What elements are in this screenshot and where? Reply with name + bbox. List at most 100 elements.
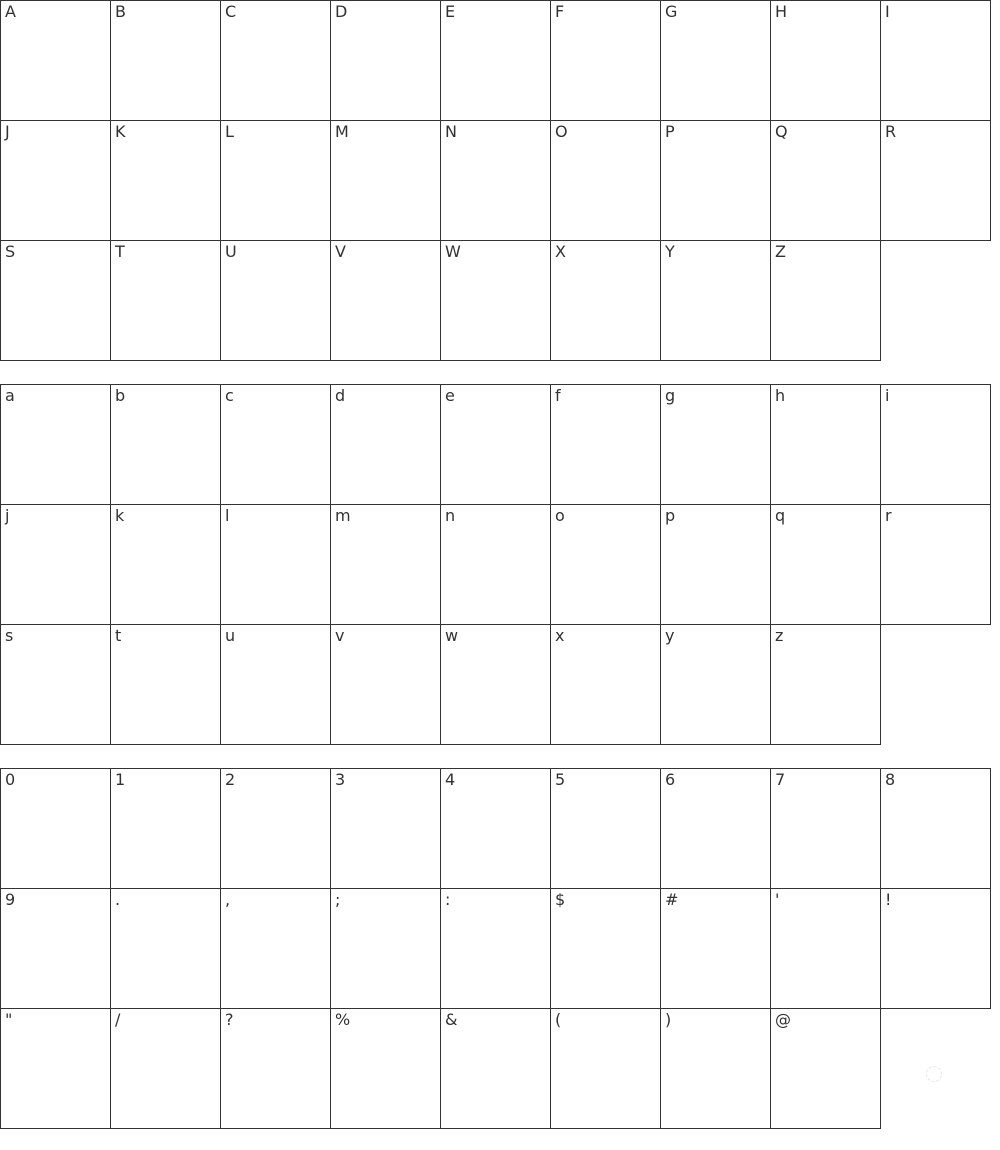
glyph-cell: &	[440, 1008, 551, 1129]
glyph-cell: C	[220, 0, 331, 121]
glyph-cell: L	[220, 120, 331, 241]
glyph-cell: W	[440, 240, 551, 361]
glyph-cell: 3	[330, 768, 441, 889]
glyph-cell: )	[660, 1008, 771, 1129]
glyph-cell: r	[880, 504, 991, 625]
glyph-label: B	[115, 2, 126, 21]
glyph-label: Y	[665, 242, 675, 261]
glyph-label: %	[335, 1010, 351, 1029]
glyph-label: J	[5, 122, 10, 141]
glyph-label: h	[775, 386, 786, 405]
glyph-label: #	[665, 890, 679, 909]
glyph-label: @	[775, 1010, 791, 1029]
glyph-label: K	[115, 122, 126, 141]
glyph-label: O	[555, 122, 568, 141]
glyph-label: $	[555, 890, 566, 909]
glyph-label: n	[445, 506, 456, 525]
glyph-cell: 2	[220, 768, 331, 889]
glyph-label: o	[555, 506, 565, 525]
glyph-cell: .	[110, 888, 221, 1009]
glyph-cell: "	[0, 1008, 111, 1129]
glyph-cell: B	[110, 0, 221, 121]
glyph-cell: U	[220, 240, 331, 361]
glyph-cell: @	[770, 1008, 881, 1129]
glyph-cell: V	[330, 240, 441, 361]
glyph-cell: /	[110, 1008, 221, 1129]
glyph-cell: G	[660, 0, 771, 121]
glyph-cell: S	[0, 240, 111, 361]
glyph-cell: Y	[660, 240, 771, 361]
glyph-cell: n	[440, 504, 551, 625]
glyph-label: ?	[225, 1010, 234, 1029]
glyph-label: 3	[335, 770, 346, 789]
glyph-cell: #	[660, 888, 771, 1009]
glyph-label: 8	[885, 770, 896, 789]
glyph-cell: 1	[110, 768, 221, 889]
glyph-label: 0	[5, 770, 16, 789]
glyph-cell: A	[0, 0, 111, 121]
glyph-label: ;	[335, 890, 341, 909]
glyph-cell: N	[440, 120, 551, 241]
glyph-label: Q	[775, 122, 788, 141]
glyph-label: 7	[775, 770, 786, 789]
glyph-cell: e	[440, 384, 551, 505]
glyph-cell: H	[770, 0, 881, 121]
glyph-cell: I	[880, 0, 991, 121]
glyph-label: a	[5, 386, 15, 405]
glyph-label: ,	[225, 890, 231, 909]
glyph-label: l	[225, 506, 230, 525]
glyph-label: z	[775, 626, 784, 645]
glyph-cell: i	[880, 384, 991, 505]
glyph-cell: q	[770, 504, 881, 625]
glyph-cell: b	[110, 384, 221, 505]
glyph-label: C	[225, 2, 237, 21]
glyph-label: d	[335, 386, 346, 405]
glyph-cell: d	[330, 384, 441, 505]
glyph-cell: 0	[0, 768, 111, 889]
glyph-cell: R	[880, 120, 991, 241]
glyph-label: "	[5, 1010, 13, 1029]
glyph-cell: X	[550, 240, 661, 361]
glyph-cell: M	[330, 120, 441, 241]
glyph-cell: g	[660, 384, 771, 505]
glyph-cell: T	[110, 240, 221, 361]
glyph-cell: u	[220, 624, 331, 745]
glyph-cell: s	[0, 624, 111, 745]
glyph-cell: 6	[660, 768, 771, 889]
glyph-cell: P	[660, 120, 771, 241]
glyph-label: E	[445, 2, 456, 21]
glyph-cell: $	[550, 888, 661, 1009]
glyph-label: w	[445, 626, 459, 645]
glyph-cell: ;	[330, 888, 441, 1009]
glyph-cell: 7	[770, 768, 881, 889]
glyph-label: t	[115, 626, 122, 645]
glyph-label: x	[555, 626, 565, 645]
glyph-label: :	[445, 890, 451, 909]
glyph-cell: j	[0, 504, 111, 625]
glyph-cell: z	[770, 624, 881, 745]
glyph-cell: '	[770, 888, 881, 1009]
glyph-cell: D	[330, 0, 441, 121]
glyph-label: 5	[555, 770, 566, 789]
glyph-label: m	[335, 506, 351, 525]
loading-spinner-icon	[926, 1066, 942, 1082]
glyph-cell: y	[660, 624, 771, 745]
glyph-cell: l	[220, 504, 331, 625]
glyph-label: N	[445, 122, 457, 141]
glyph-label: v	[335, 626, 345, 645]
glyph-label: A	[5, 2, 16, 21]
glyph-label: T	[115, 242, 125, 261]
glyph-label: j	[5, 506, 10, 525]
glyph-label: &	[445, 1010, 458, 1029]
glyph-label: R	[885, 122, 897, 141]
glyph-cell: m	[330, 504, 441, 625]
glyph-label: u	[225, 626, 236, 645]
glyph-label: s	[5, 626, 14, 645]
glyph-section-uppercase: A B C D E F G H I J K L M N O P Q R S T U V W X Y Z	[0, 0, 991, 361]
glyph-cell: (	[550, 1008, 661, 1129]
glyph-cell: c	[220, 384, 331, 505]
glyph-cell: :	[440, 888, 551, 1009]
glyph-cell: t	[110, 624, 221, 745]
glyph-cell: !	[880, 888, 991, 1009]
glyph-label: P	[665, 122, 675, 141]
